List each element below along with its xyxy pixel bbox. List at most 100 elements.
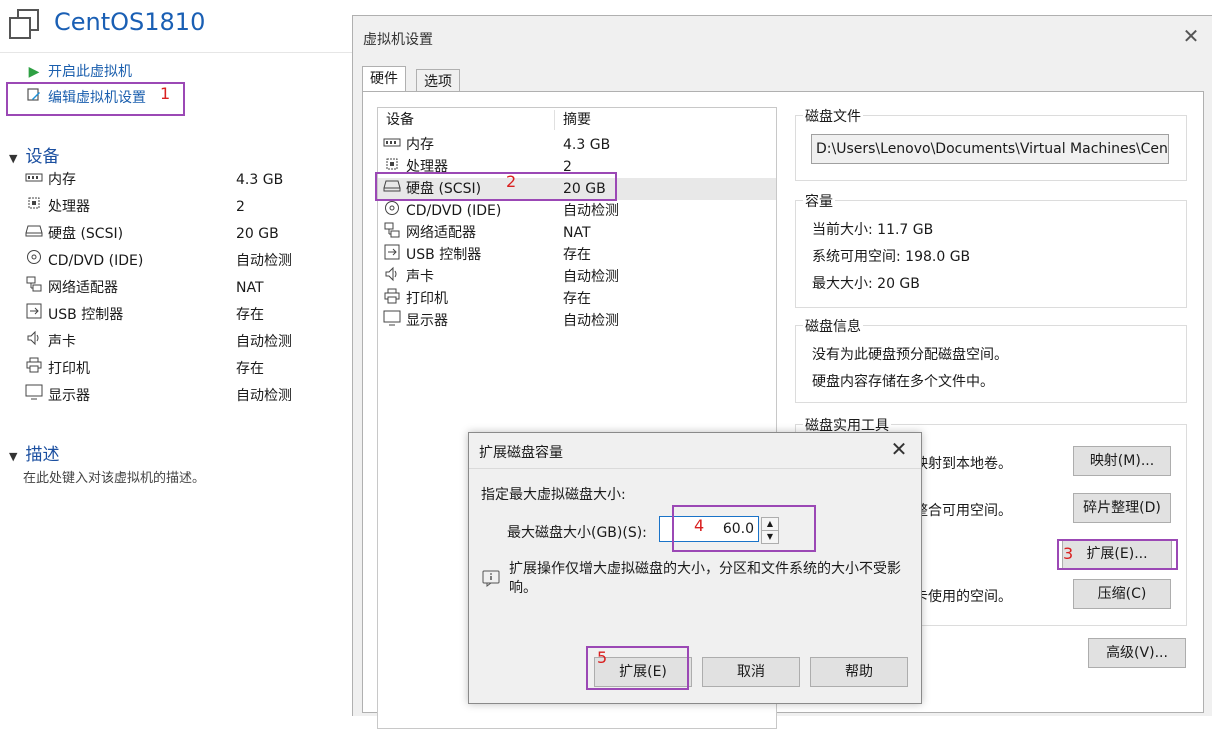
device-value: 2: [563, 159, 572, 175]
list-item[interactable]: 显示器 自动检测: [378, 310, 776, 332]
capacity-group: 容量 当前大小: 11.7 GB 系统可用空间: 198.0 GB 最大大小: …: [795, 191, 1187, 308]
expand-disk-dialog: 扩展磁盘容量 ✕ 指定最大虚拟磁盘大小: 最大磁盘大小(GB)(S): 60.0…: [468, 432, 922, 704]
device-value: 存在: [236, 361, 264, 377]
dialog-title: 扩展磁盘容量: [479, 445, 563, 461]
expand-confirm-button[interactable]: 扩展(E): [594, 657, 692, 687]
device-name: 内存: [406, 137, 434, 153]
disk-file-group: 磁盘文件 D:\Users\Lenovo\Documents\Virtual M…: [795, 106, 1187, 181]
expand-disk-button[interactable]: 扩展(E)...: [1062, 539, 1172, 569]
device-name: 声卡: [48, 334, 76, 350]
vm-title: CentOS1810: [54, 8, 206, 36]
list-item[interactable]: CD/DVD (IDE) 自动检测: [378, 200, 776, 222]
device-name: 网络适配器: [406, 225, 476, 241]
power-on-vm-link[interactable]: ▶ 开启此虚拟机: [26, 61, 132, 83]
device-name: 打印机: [48, 361, 90, 377]
vm-device-row[interactable]: CD/DVD (IDE) 自动检测: [24, 248, 344, 275]
cd-dvd-icon: [383, 200, 401, 223]
vm-device-row[interactable]: 处理器 2: [24, 194, 344, 221]
cpu-icon: [383, 156, 401, 179]
list-item[interactable]: 处理器 2: [378, 156, 776, 178]
vm-device-row[interactable]: USB 控制器 存在: [24, 302, 344, 329]
list-item[interactable]: 打印机 存在: [378, 288, 776, 310]
column-separator: [554, 110, 555, 130]
max-disk-size-input[interactable]: 60.0: [659, 516, 759, 542]
max-size-label: 最大磁盘大小(GB)(S):: [507, 525, 647, 541]
list-item[interactable]: 声卡 自动检测: [378, 266, 776, 288]
spin-down-icon[interactable]: ▼: [761, 530, 779, 544]
device-name: CD/DVD (IDE): [406, 203, 502, 219]
disk-info-line1: 没有为此硬盘预分配磁盘空间。: [812, 347, 1008, 363]
hard-disk-icon: [24, 221, 44, 248]
vm-device-row[interactable]: 硬盘 (SCSI) 20 GB: [24, 221, 344, 248]
help-button[interactable]: 帮助: [810, 657, 908, 687]
disk-file-title: 磁盘文件: [803, 106, 863, 126]
close-icon[interactable]: ✕: [887, 437, 911, 461]
device-name: 声卡: [406, 269, 434, 285]
memory-icon: [383, 134, 401, 156]
devices-section-header[interactable]: ▼ 设备: [9, 142, 59, 167]
device-value: 自动检测: [563, 269, 619, 285]
speaker-icon: [383, 266, 401, 289]
description-header-label: 描述: [25, 445, 60, 465]
hard-disk-icon: [383, 178, 401, 200]
list-item[interactable]: 内存 4.3 GB: [378, 134, 776, 156]
cancel-button[interactable]: 取消: [702, 657, 800, 687]
edit-vm-settings-link[interactable]: 编辑虚拟机设置: [26, 87, 146, 109]
monitor-icon: [383, 310, 401, 333]
list-item[interactable]: 网络适配器 NAT: [378, 222, 776, 244]
vm-device-row[interactable]: 打印机 存在: [24, 356, 344, 383]
device-value: NAT: [563, 225, 591, 241]
column-header-device[interactable]: 设备: [386, 108, 414, 132]
info-text: 扩展操作仅增大虚拟磁盘的大小，分区和文件系统的大小不受影响。: [509, 561, 901, 596]
power-on-label: 开启此虚拟机: [48, 64, 132, 80]
divider: [0, 52, 352, 53]
device-value: 4.3 GB: [563, 137, 611, 153]
spin-up-icon[interactable]: ▲: [761, 517, 779, 531]
prompt-text: 指定最大虚拟磁盘大小:: [481, 487, 626, 503]
compact-button[interactable]: 压缩(C): [1073, 579, 1171, 609]
annotation-number-4: 4: [694, 516, 705, 535]
network-icon: [24, 275, 44, 302]
edit-settings-icon: [26, 87, 42, 109]
description-section-header[interactable]: ▼ 描述: [9, 440, 59, 465]
device-name: 硬盘 (SCSI): [406, 181, 482, 197]
advanced-button[interactable]: 高级(V)...: [1088, 638, 1186, 668]
vm-device-row[interactable]: 声卡 自动检测: [24, 329, 344, 356]
device-name: 显示器: [48, 388, 90, 404]
map-description: 映射到本地卷。: [914, 456, 1012, 472]
column-header-summary[interactable]: 摘要: [563, 108, 591, 132]
list-item[interactable]: USB 控制器 存在: [378, 244, 776, 266]
disk-file-path-field[interactable]: D:\Users\Lenovo\Documents\Virtual Machin…: [811, 134, 1169, 164]
list-item-selected[interactable]: 硬盘 (SCSI) 20 GB: [378, 178, 776, 200]
close-icon[interactable]: ✕: [1179, 24, 1203, 48]
usb-icon: [24, 302, 44, 329]
defragment-button[interactable]: 碎片整理(D): [1073, 493, 1171, 523]
disk-info-line2: 硬盘内容存储在多个文件中。: [812, 374, 994, 390]
device-value: 自动检测: [236, 334, 292, 350]
annotation-number-1: 1: [160, 84, 171, 103]
tab-hardware[interactable]: 硬件: [362, 66, 406, 93]
current-size-text: 当前大小: 11.7 GB: [812, 222, 934, 238]
description-input[interactable]: 在此处键入对该虚拟机的描述。: [23, 467, 205, 486]
device-name: 处理器: [406, 159, 448, 175]
annotation-number-3: 3: [1063, 544, 1074, 563]
memory-icon: [24, 167, 44, 194]
device-value: 4.3 GB: [236, 172, 284, 188]
divider: [469, 468, 921, 469]
device-value: 自动检测: [563, 313, 619, 329]
compact-description: 卡使用的空间。: [914, 589, 1012, 605]
printer-icon: [383, 288, 401, 311]
edit-settings-label: 编辑虚拟机设置: [48, 90, 146, 106]
devices-header-label: 设备: [25, 147, 60, 167]
device-value: 20 GB: [563, 181, 606, 197]
cpu-icon: [24, 194, 44, 221]
vm-device-row[interactable]: 显示器 自动检测: [24, 383, 344, 410]
device-value: 2: [236, 199, 245, 215]
monitor-icon: [24, 383, 44, 410]
available-space-text: 系统可用空间: 198.0 GB: [812, 249, 971, 265]
map-button[interactable]: 映射(M)...: [1073, 446, 1171, 476]
device-name: CD/DVD (IDE): [48, 253, 144, 269]
vm-device-row[interactable]: 网络适配器 NAT: [24, 275, 344, 302]
vm-device-row[interactable]: 内存 4.3 GB: [24, 167, 344, 194]
annotation-number-5: 5: [597, 648, 608, 667]
